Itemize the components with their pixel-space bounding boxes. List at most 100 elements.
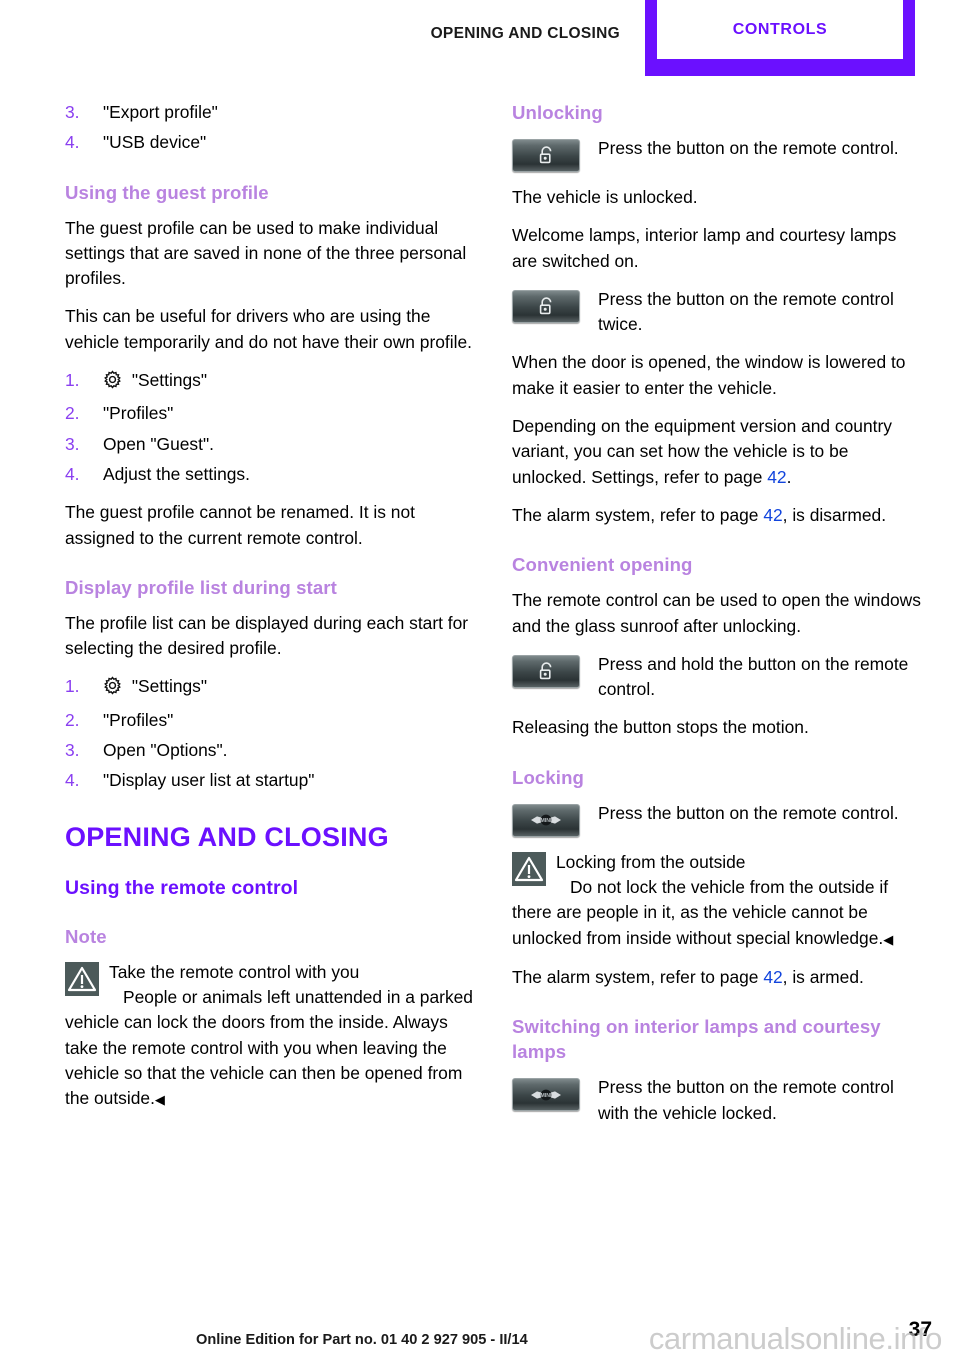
list-item-label: "USB device" bbox=[103, 132, 207, 153]
heading-convenient-opening: Convenient opening bbox=[512, 554, 693, 576]
chapter-tab-label: CONTROLS bbox=[732, 20, 828, 38]
note-block: Take the remote control with you People … bbox=[65, 960, 477, 1113]
interior-lamps-button-caption: Press the button on the remote control w… bbox=[598, 1077, 894, 1123]
button-slot bbox=[512, 136, 594, 172]
list-number: 2. bbox=[65, 403, 80, 424]
guest-profile-paragraph-1: The guest profile can be used to make in… bbox=[65, 217, 467, 289]
steps-continued-list: 3. "Export profile" 4. "USB device" bbox=[65, 100, 477, 156]
unlocking-paragraph-4: Depending on the equipment version and c… bbox=[512, 416, 892, 487]
list-number: 3. bbox=[65, 433, 80, 454]
svg-text:MINI: MINI bbox=[541, 1093, 553, 1099]
locking-button-caption: Press the button on the remote control. bbox=[598, 802, 899, 823]
list-item: 3. "Export profile" bbox=[65, 100, 477, 125]
list-item-label: Open "Options". bbox=[103, 740, 228, 761]
chapter-tab-controls: CONTROLS bbox=[645, 0, 915, 76]
interior-lamps-button-figure: MINI Press the button on the remote cont… bbox=[512, 1075, 924, 1126]
unlock-button-figure-1: Press the button on the remote control. bbox=[512, 136, 924, 172]
unlock-padlock-icon bbox=[539, 146, 551, 164]
list-item-label: "Display user list at startup" bbox=[103, 770, 315, 791]
list-number: 1. bbox=[65, 370, 80, 391]
list-item-label: "Profiles" bbox=[103, 403, 174, 424]
list-number: 3. bbox=[65, 740, 80, 761]
page-footer: Online Edition for Part no. 01 40 2 927 … bbox=[0, 1300, 960, 1362]
list-item: 2. "Profiles" bbox=[65, 401, 477, 426]
page-reference: 42 bbox=[763, 504, 783, 525]
warning-body-text: Do not lock the vehicle from the outside… bbox=[512, 877, 894, 948]
svg-text:MINI: MINI bbox=[541, 818, 553, 824]
locking-button-figure: MINI Press the button on the remote cont… bbox=[512, 801, 924, 837]
list-item: 4. "Display user list at startup" bbox=[65, 768, 477, 793]
list-item: 2. "Profiles" bbox=[65, 708, 477, 733]
list-number: 2. bbox=[65, 709, 80, 730]
gear-icon bbox=[103, 370, 122, 396]
heading-using-the-remote-control: Using the remote control bbox=[65, 876, 299, 899]
list-item-label: "Settings" bbox=[131, 676, 208, 697]
remote-unlock-button bbox=[512, 654, 580, 688]
right-column: Unlocking Press the button on the remote… bbox=[512, 100, 924, 1139]
unlock-button-figure-2: Press the button on the remote control t… bbox=[512, 287, 924, 338]
display-profile-list-steps: 1. "Settings" 2. "Profiles" 3. Open "Opt… bbox=[65, 674, 477, 793]
note-body-text: People or animals left unattended in a p… bbox=[65, 986, 473, 1109]
list-item-label: "Profiles" bbox=[103, 709, 174, 730]
list-number: 1. bbox=[65, 676, 80, 697]
list-number: 4. bbox=[65, 463, 80, 484]
list-item: 3. Open "Guest". bbox=[65, 432, 477, 457]
note-lead-text: Take the remote control with you bbox=[109, 961, 360, 982]
unlocking-paragraph-1: The vehicle is unlocked. bbox=[512, 187, 698, 207]
convenient-opening-paragraph-1: The remote control can be used to open t… bbox=[512, 590, 921, 636]
footer-edition-text: Online Edition for Part no. 01 40 2 927 … bbox=[196, 1332, 528, 1348]
list-item-label: Adjust the settings. bbox=[103, 463, 250, 484]
remote-lock-button: MINI bbox=[512, 1078, 580, 1112]
chapter-tab-inner: CONTROLS bbox=[657, 0, 903, 59]
heading-unlocking: Unlocking bbox=[512, 102, 603, 123]
unlocking-paragraph-2: Welcome lamps, interior lamp and courtes… bbox=[512, 225, 897, 271]
guest-profile-steps-list: 1. "Settings" 2. "Profiles" 3. Open "Gue… bbox=[65, 368, 477, 487]
locking-warning-block: Locking from the outside Do not lock the… bbox=[512, 850, 924, 952]
heading-note: Note bbox=[65, 925, 107, 947]
warning-lead-text: Locking from the outside bbox=[556, 851, 746, 872]
remote-unlock-button bbox=[512, 289, 580, 323]
end-of-warning-marker: ◀ bbox=[883, 931, 894, 947]
button-slot: MINI bbox=[512, 1075, 594, 1112]
page-reference: 42 bbox=[767, 466, 787, 487]
guest-profile-paragraph-3: The guest profile cannot be renamed. It … bbox=[65, 502, 415, 548]
unlocking-paragraph-5: The alarm system, refer to page 42, is d… bbox=[512, 504, 887, 525]
list-item: 1. "Settings" bbox=[65, 674, 477, 702]
header-running-title: OPENING AND CLOSING bbox=[430, 25, 620, 42]
left-column: 3. "Export profile" 4. "USB device" Usin… bbox=[65, 100, 477, 1125]
mini-logo-icon: MINI bbox=[531, 1089, 561, 1101]
list-item: 1. "Settings" bbox=[65, 368, 477, 396]
convenient-opening-button-figure: Press and hold the button on the remote … bbox=[512, 652, 924, 703]
list-item-label: "Export profile" bbox=[103, 102, 218, 122]
convenient-opening-button-caption: Press and hold the button on the remote … bbox=[598, 653, 909, 700]
display-profile-list-paragraph-1: The profile list can be displayed during… bbox=[65, 612, 469, 659]
list-number: 3. bbox=[65, 102, 80, 122]
button-slot bbox=[512, 652, 594, 688]
page-reference: 42 bbox=[763, 966, 783, 987]
warning-triangle-icon bbox=[512, 851, 546, 886]
watermark-text: carmanualsonline.info bbox=[648, 1321, 943, 1356]
button-slot bbox=[512, 287, 594, 323]
unlock-padlock-icon bbox=[539, 297, 551, 315]
page-number: 37 bbox=[908, 1318, 932, 1341]
list-number: 4. bbox=[65, 132, 80, 153]
remote-lock-button: MINI bbox=[512, 803, 580, 837]
list-item: 4. Adjust the settings. bbox=[65, 462, 477, 487]
list-item-label: "Settings" bbox=[131, 370, 208, 391]
gear-icon bbox=[103, 676, 122, 702]
unlock-padlock-icon bbox=[539, 662, 551, 680]
list-item: 3. Open "Options". bbox=[65, 738, 477, 763]
warning-triangle-icon bbox=[65, 961, 99, 996]
end-of-note-marker: ◀ bbox=[154, 1092, 165, 1108]
unlock-button-caption-2: Press the button on the remote control t… bbox=[598, 288, 894, 335]
remote-unlock-button bbox=[512, 139, 580, 172]
convenient-opening-paragraph-2: Releasing the button stops the motion. bbox=[512, 717, 809, 738]
guest-profile-paragraph-2: This can be useful for drivers who are u… bbox=[65, 306, 472, 352]
list-number: 4. bbox=[65, 770, 80, 791]
unlock-button-caption-1: Press the button on the remote control. bbox=[598, 138, 899, 158]
page-header: OPENING AND CLOSING CONTROLS bbox=[0, 0, 960, 76]
page-title: OPENING AND CLOSING bbox=[65, 821, 389, 852]
heading-locking: Locking bbox=[512, 766, 584, 788]
heading-display-profile-list-during-start: Display profile list during start bbox=[65, 576, 337, 598]
mini-logo-icon: MINI bbox=[531, 814, 561, 826]
